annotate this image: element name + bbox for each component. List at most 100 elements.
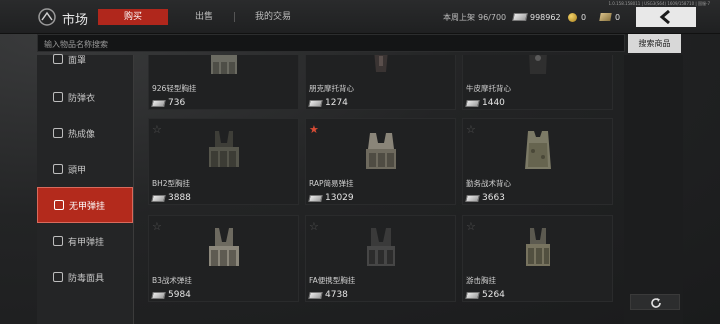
cash-icon [512, 13, 528, 21]
cash-icon [151, 99, 166, 107]
back-arrow-icon [659, 10, 670, 24]
item-card[interactable]: 926轻型胸挂 736 [148, 55, 299, 110]
item-grid: 926轻型胸挂 736 朋克摩托背心 1274 牛皮摩托背心 1440 ☆ BH… [148, 55, 683, 324]
item-price-value: 5264 [482, 290, 505, 300]
chest-rig-icon [209, 228, 239, 266]
item-price: 736 [151, 98, 185, 108]
weekly-label: 本周上架 [443, 13, 475, 22]
item-name: FA便携型胸挂 [309, 276, 356, 285]
favorite-star-icon[interactable]: ☆ [466, 220, 476, 233]
item-price-value: 5984 [168, 290, 191, 300]
cash-icon [308, 99, 323, 107]
item-price: 3888 [151, 193, 191, 203]
rig-icon [54, 200, 64, 210]
tab-sell[interactable]: 出售 [184, 9, 224, 25]
item-name: 游击胸挂 [466, 276, 496, 285]
sidebar-item-gas-mask[interactable]: 防毒面具 [37, 259, 133, 295]
item-name: BH2型胸挂 [152, 179, 191, 188]
item-price-value: 1440 [482, 98, 505, 108]
item-name: 牛皮摩托背心 [466, 84, 511, 93]
vest-icon [211, 55, 237, 74]
item-price-value: 4738 [325, 290, 348, 300]
sidebar-item-thermal[interactable]: 热成像 [37, 115, 133, 151]
sidebar-item-label: 面罩 [68, 55, 87, 66]
thermal-icon [53, 128, 63, 138]
sidebar-divider [133, 55, 134, 324]
sidebar-item-label: 热成像 [68, 129, 96, 140]
item-price: 4738 [308, 290, 348, 300]
item-price: 5984 [151, 290, 191, 300]
item-card[interactable]: ☆ B3战术弹挂 5984 [148, 215, 299, 302]
item-name: 926轻型胸挂 [152, 84, 197, 93]
favorite-star-icon[interactable]: ☆ [466, 123, 476, 136]
favorite-star-icon[interactable]: ★ [309, 123, 319, 136]
vest-icon [529, 55, 547, 74]
top-bar: 1.0.158.158011 | USG3(S64) 1609/158710 |… [0, 0, 720, 34]
coin-balance: 0 [568, 10, 594, 24]
coin-value: 0 [581, 12, 587, 22]
ticket-icon [599, 13, 612, 21]
tab-divider [234, 12, 235, 22]
item-name: 朋克摩托背心 [309, 84, 354, 93]
refresh-button[interactable] [630, 294, 680, 310]
tab-my-trades[interactable]: 我的交易 [245, 9, 301, 25]
chest-rig-icon [526, 228, 550, 266]
market-logo-icon [38, 8, 56, 26]
weekly-value: 96/700 [478, 13, 507, 22]
sidebar-item-label: 有甲弹挂 [68, 237, 105, 248]
item-card[interactable]: ☆ FA便携型胸挂 4738 [305, 215, 456, 302]
sidebar-item-label: 頭甲 [68, 165, 87, 176]
refresh-icon [651, 298, 661, 308]
favorite-star-icon[interactable]: ☆ [152, 123, 162, 136]
cash-icon [151, 291, 166, 299]
sidebar-item-mask[interactable]: 面罩 [37, 41, 133, 77]
favorite-star-icon[interactable]: ☆ [152, 220, 162, 233]
item-card[interactable]: 朋克摩托背心 1274 [305, 55, 456, 110]
cash-icon [465, 291, 480, 299]
sidebar-item-label: 防毒面具 [68, 273, 105, 284]
favorite-star-icon[interactable]: ☆ [309, 220, 319, 233]
helmet-icon [53, 164, 63, 174]
tab-buy[interactable]: 购买 [98, 9, 168, 25]
page-title: 市场 [62, 13, 89, 28]
item-name: 勤务战术背心 [466, 179, 511, 188]
gasmask-icon [53, 272, 63, 282]
item-price: 3663 [465, 193, 505, 203]
item-card[interactable]: ☆ BH2型胸挂 3888 [148, 118, 299, 205]
money-balance: 998962 [512, 10, 563, 24]
item-name: RAP简易弹挂 [309, 179, 354, 188]
search-button[interactable]: 搜索商品 [628, 34, 681, 53]
item-price: 5264 [465, 290, 505, 300]
item-card[interactable]: 牛皮摩托背心 1440 [462, 55, 613, 110]
right-panel [624, 55, 683, 324]
cash-icon [308, 194, 323, 202]
chest-rig-icon [366, 133, 396, 169]
sidebar-item-label: 无甲弹挂 [69, 201, 106, 212]
category-sidebar: 面罩 防弹衣 热成像 頭甲 无甲弹挂 有甲弹挂 防毒面具 [37, 54, 133, 324]
item-price: 1440 [465, 98, 505, 108]
weekly-listing-count: 本周上架 96/700 [443, 12, 506, 23]
coin-icon [568, 12, 577, 22]
sidebar-item-unarmored-rig[interactable]: 无甲弹挂 [37, 187, 133, 223]
item-card[interactable]: ☆ 游击胸挂 5264 [462, 215, 613, 302]
chest-rig-icon [209, 131, 239, 167]
cash-icon [308, 291, 323, 299]
armored-rig-icon [53, 236, 63, 246]
sidebar-item-label: 防弹衣 [68, 93, 96, 104]
item-price: 13029 [308, 193, 354, 203]
back-button[interactable] [636, 7, 696, 27]
sidebar-item-body-armor[interactable]: 防弹衣 [37, 79, 133, 115]
money-value: 998962 [530, 12, 561, 22]
item-card[interactable]: ★ RAP简易弹挂 13029 [305, 118, 456, 205]
ticket-balance: 0 [599, 10, 626, 24]
sidebar-item-helmet[interactable]: 頭甲 [37, 151, 133, 187]
ticket-value: 0 [615, 12, 621, 22]
cash-icon [465, 99, 480, 107]
armor-icon [53, 92, 63, 102]
sidebar-item-armored-rig[interactable]: 有甲弹挂 [37, 223, 133, 259]
item-card[interactable]: ☆ 勤务战术背心 3663 [462, 118, 613, 205]
cash-icon [151, 194, 166, 202]
tactical-vest-icon [525, 131, 551, 169]
item-price-value: 13029 [325, 193, 354, 203]
item-price: 1274 [308, 98, 348, 108]
